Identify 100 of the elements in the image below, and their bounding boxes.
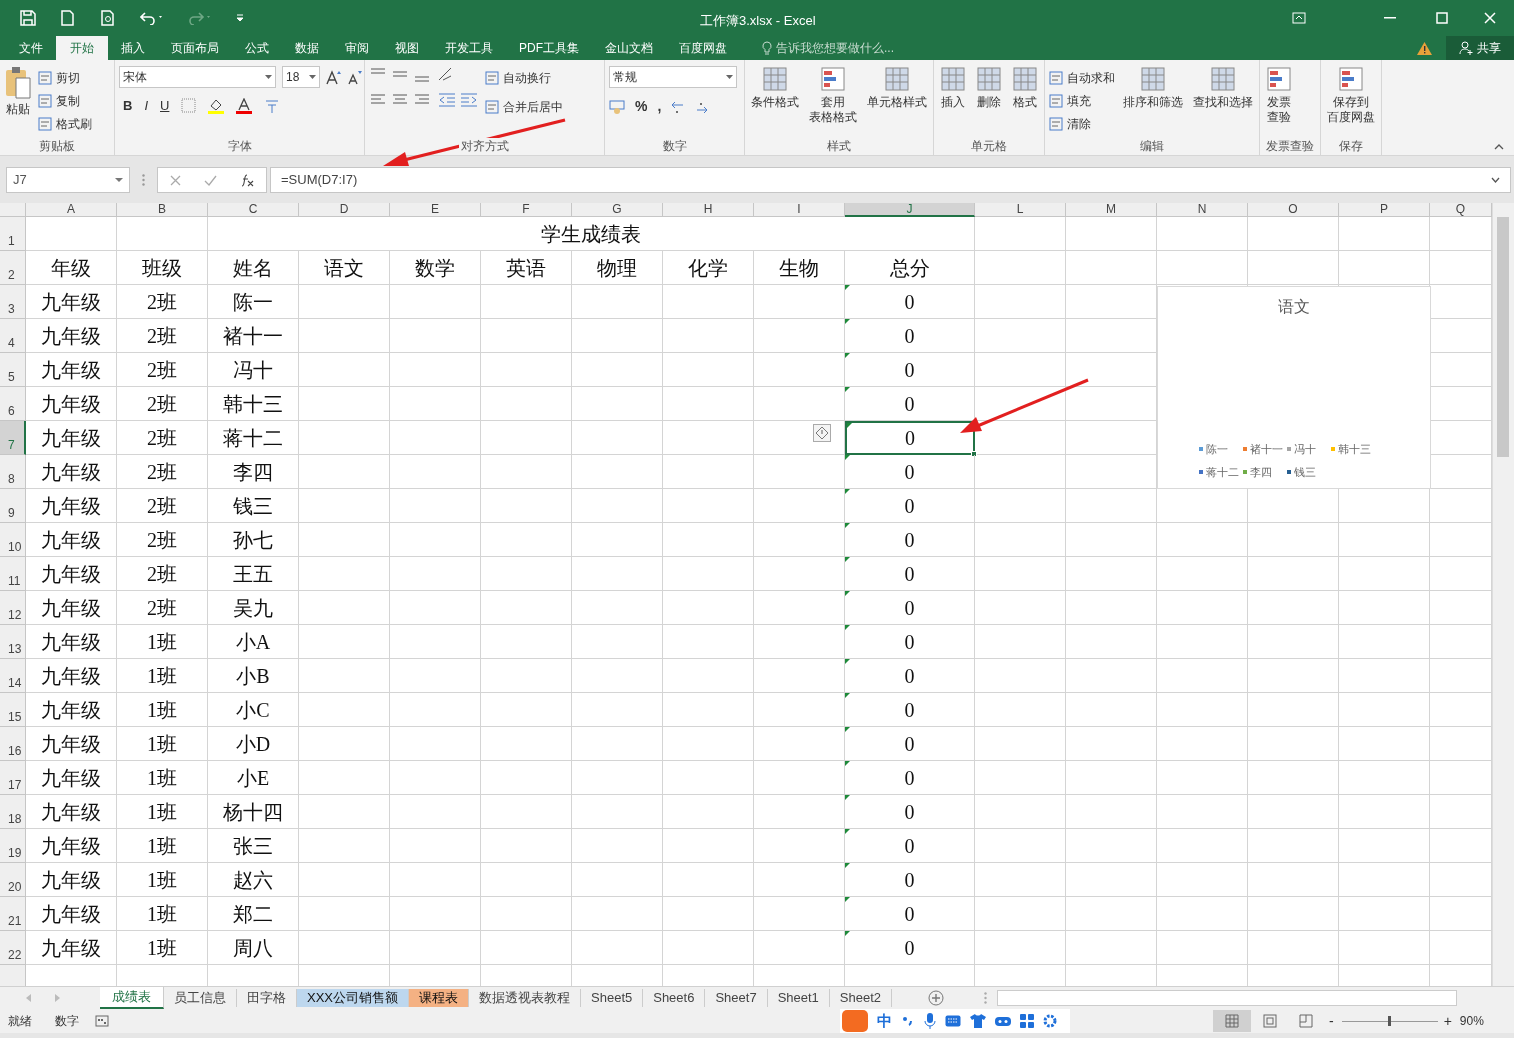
font-size-field[interactable]: 18 bbox=[282, 66, 320, 88]
sogou-logo-icon[interactable] bbox=[842, 1010, 868, 1032]
table-grid-icon[interactable] bbox=[940, 66, 966, 92]
ribbon-button[interactable]: 排序和筛选 bbox=[1123, 95, 1183, 110]
grid-apps-icon[interactable] bbox=[1020, 1014, 1034, 1028]
ribbon-button[interactable]: 自动求和 bbox=[1067, 68, 1115, 87]
row-header[interactable]: 10 bbox=[0, 523, 26, 557]
ribbon-button[interactable]: 插入 bbox=[941, 95, 965, 110]
table-grid-icon[interactable] bbox=[884, 66, 910, 92]
drag-handle-icon[interactable] bbox=[142, 174, 145, 186]
formula-field[interactable]: =SUM(D7:I7) bbox=[281, 170, 358, 190]
row-header[interactable]: 5 bbox=[0, 353, 26, 387]
ribbon-button[interactable]: 格式刷 bbox=[56, 114, 92, 133]
dropdown-caret-icon[interactable] bbox=[265, 75, 272, 79]
table-grid-icon[interactable] bbox=[762, 66, 788, 92]
table-grid-icon[interactable] bbox=[1338, 66, 1364, 92]
sheet-tab[interactable]: 员工信息 bbox=[164, 989, 237, 1007]
column-header[interactable]: A bbox=[26, 203, 117, 217]
sheet-tab[interactable]: Sheet1 bbox=[767, 989, 830, 1007]
table-grid-icon[interactable] bbox=[976, 66, 1002, 92]
table-grid-icon[interactable] bbox=[1266, 66, 1292, 92]
row-header[interactable]: 15 bbox=[0, 693, 26, 727]
vertical-align-icons[interactable] bbox=[369, 66, 431, 84]
sheet-tab[interactable]: Sheet7 bbox=[705, 989, 768, 1007]
row-header[interactable]: 4 bbox=[0, 319, 26, 353]
format-button[interactable]: I bbox=[144, 96, 148, 116]
ime-toolbar[interactable]: 中 bbox=[840, 1009, 1070, 1033]
sheet-tab[interactable]: 成绩表 bbox=[100, 987, 164, 1009]
ribbon-button[interactable]: 剪切 bbox=[56, 68, 80, 87]
error-options-icon[interactable] bbox=[813, 424, 831, 442]
customize-caret-icon[interactable] bbox=[236, 14, 244, 22]
row-header[interactable]: 16 bbox=[0, 727, 26, 761]
number-format-field[interactable]: 常规 bbox=[609, 66, 737, 88]
row-header[interactable]: 17 bbox=[0, 761, 26, 795]
menu-tab[interactable]: 金山文档 bbox=[592, 36, 666, 60]
redo-icon[interactable] bbox=[188, 11, 212, 25]
menu-tab[interactable]: 视图 bbox=[382, 36, 432, 60]
column-header[interactable]: O bbox=[1248, 203, 1339, 217]
collapse-ribbon-icon[interactable] bbox=[1494, 143, 1504, 151]
row-header[interactable]: 14 bbox=[0, 659, 26, 693]
format-button[interactable]: U bbox=[160, 96, 170, 116]
undo-icon[interactable] bbox=[140, 11, 164, 25]
column-header[interactable]: L bbox=[975, 203, 1066, 217]
menu-tab[interactable]: 审阅 bbox=[332, 36, 382, 60]
page-break-icon[interactable] bbox=[1299, 1014, 1313, 1028]
column-header[interactable]: Q bbox=[1430, 203, 1492, 217]
ribbon-button[interactable]: 复制 bbox=[56, 91, 80, 110]
horizontal-scrollbar[interactable] bbox=[997, 990, 1458, 1006]
column-header[interactable]: B bbox=[117, 203, 208, 217]
checkmark-icon[interactable] bbox=[204, 174, 217, 186]
row-header[interactable]: 6 bbox=[0, 387, 26, 421]
add-sheet-icon[interactable] bbox=[928, 990, 945, 1006]
menu-tab[interactable]: 文件 bbox=[6, 36, 56, 60]
format-button[interactable]: , bbox=[657, 96, 662, 117]
ribbon-button[interactable]: 单元格样式 bbox=[867, 95, 927, 110]
fill-color-icon[interactable] bbox=[208, 97, 225, 114]
ribbon-button[interactable]: 套用 表格格式 bbox=[809, 95, 857, 125]
maximize-icon[interactable] bbox=[1436, 12, 1448, 24]
vertical-scrollbar[interactable] bbox=[1492, 203, 1514, 986]
minimize-icon[interactable] bbox=[1384, 17, 1396, 19]
menu-tab[interactable]: 数据 bbox=[282, 36, 332, 60]
row-header[interactable]: 7 bbox=[0, 421, 26, 455]
ime-mode-toggle[interactable]: 中 bbox=[877, 1009, 892, 1033]
function-icon[interactable] bbox=[240, 173, 255, 187]
microphone-icon[interactable] bbox=[924, 1013, 936, 1029]
sheet-tab[interactable]: 数据透视表教程 bbox=[469, 989, 581, 1007]
ribbon-button[interactable]: 查找和选择 bbox=[1193, 95, 1253, 110]
column-header[interactable]: P bbox=[1339, 203, 1430, 217]
menu-tab[interactable]: 百度网盘 bbox=[666, 36, 740, 60]
tell-me-search[interactable]: 告诉我您想要做什么... bbox=[776, 39, 894, 57]
row-header[interactable]: 20 bbox=[0, 863, 26, 897]
column-header[interactable]: M bbox=[1066, 203, 1157, 217]
format-button[interactable]: B bbox=[123, 96, 133, 116]
sheet-tab[interactable]: 课程表 bbox=[409, 989, 469, 1007]
close-icon[interactable] bbox=[1484, 12, 1496, 24]
sheet-tab[interactable]: Sheet5 bbox=[581, 989, 644, 1007]
menu-tab[interactable]: 开发工具 bbox=[432, 36, 506, 60]
drag-handle-icon[interactable] bbox=[984, 992, 988, 1004]
ribbon-button[interactable]: 填充 bbox=[1067, 91, 1091, 110]
keyboard-icon[interactable] bbox=[945, 1015, 961, 1027]
font-name-field[interactable]: 宋体 bbox=[119, 66, 276, 88]
row-header[interactable]: 2 bbox=[0, 251, 26, 285]
macro-record-icon[interactable] bbox=[95, 1015, 109, 1027]
ribbon-button[interactable]: 自动换行 bbox=[503, 68, 551, 87]
column-header[interactable]: H bbox=[663, 203, 754, 217]
clipboard-icon[interactable] bbox=[4, 66, 32, 100]
column-header[interactable]: N bbox=[1157, 203, 1248, 217]
zoom-in-button[interactable]: + bbox=[1443, 1010, 1452, 1032]
menu-tab[interactable]: PDF工具集 bbox=[506, 36, 592, 60]
grow-font-icon[interactable] bbox=[326, 69, 342, 85]
save-icon[interactable] bbox=[20, 10, 36, 26]
dropdown-caret-icon[interactable] bbox=[115, 178, 123, 182]
column-header[interactable]: G bbox=[572, 203, 663, 217]
shrink-font-icon[interactable] bbox=[348, 69, 363, 85]
dropdown-caret-icon[interactable] bbox=[726, 75, 733, 79]
table-grid-icon[interactable] bbox=[1140, 66, 1166, 92]
ribbon-button[interactable]: 条件格式 bbox=[751, 95, 799, 110]
paste-button[interactable]: 粘贴 bbox=[6, 100, 30, 118]
row-header[interactable]: 11 bbox=[0, 557, 26, 591]
expand-caret-icon[interactable] bbox=[1491, 177, 1500, 183]
